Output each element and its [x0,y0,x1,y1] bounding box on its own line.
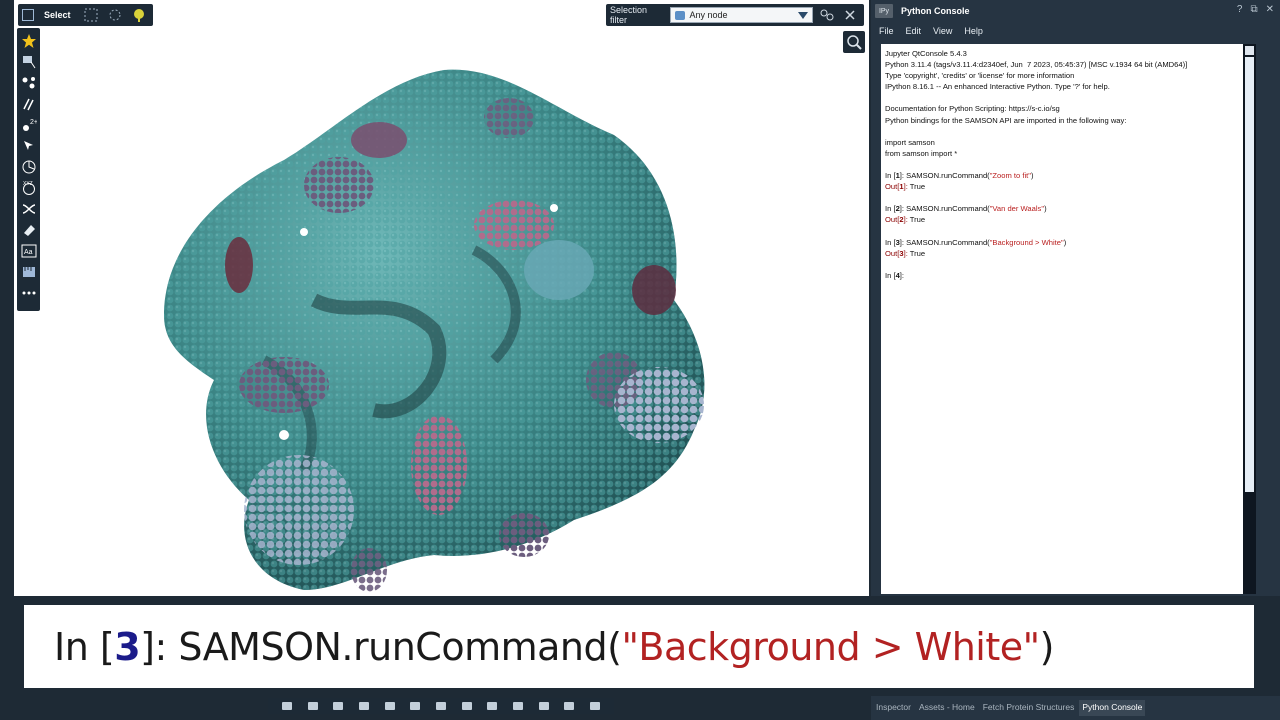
rectangle-select-icon[interactable] [105,6,125,24]
selection-filter-combo[interactable]: Any node [670,7,814,23]
tab-inspector[interactable]: Inspector [873,700,914,716]
grid-icon[interactable] [538,702,549,710]
viewport-bottom-toolbar [268,698,614,714]
select-label[interactable]: Select [44,10,71,20]
ruler-icon[interactable] [20,263,38,281]
view-icon[interactable] [564,702,575,710]
doc-line: Documentation for Python Scripting: http… [885,104,1060,114]
favorites-star-icon[interactable] [20,32,38,50]
zoom-out-icon[interactable] [307,702,318,710]
header-line: Python 3.11.4 (tags/v3.11.4:d2340ef, Jun… [885,60,1188,70]
float-icon[interactable]: ⧉ [1250,4,1257,15]
orbit-icon[interactable] [487,702,498,710]
close-icon[interactable]: ✕ [1266,4,1274,15]
header-line: IPython 8.16.1 -- An enhanced Interactiv… [885,82,1110,92]
ipython-icon: IPy [875,4,893,18]
output-cell: Out[2]: True [885,215,926,225]
select-toolbar: Select [18,4,153,26]
lasso-select-icon[interactable] [81,6,101,24]
console-output[interactable]: Jupyter QtConsole 5.4.3 Python 3.11.4 (t… [881,44,1243,594]
output-cell: Out[3]: True [885,248,926,258]
header-line: Jupyter QtConsole 5.4.3 [885,49,967,58]
app-root: Select Selection filter Any node 2+ XYZ … [0,0,1280,720]
import-line: from samson import * [885,148,958,158]
film-icon[interactable] [461,702,472,710]
molecule-render[interactable] [14,0,869,596]
selection-filter-bar: Selection filter Any node [606,4,864,26]
console-scrollbar[interactable] [1243,44,1256,594]
share-icon[interactable] [590,702,601,710]
help-icon[interactable]: ? [1237,4,1243,15]
import-line: import samson [885,137,935,147]
dock-tabs: Inspector Assets - Home Fetch Protein St… [871,700,1280,716]
eraser-icon[interactable] [20,221,38,239]
filter-settings-icon[interactable] [817,6,836,24]
zoom-fit-icon[interactable] [333,702,344,710]
add-atoms-icon[interactable] [20,74,38,92]
console-title: Python Console [901,6,970,16]
rotate-tool-icon[interactable] [20,158,38,176]
charge-tool-icon[interactable]: 2+ [20,116,38,134]
bond-tool-icon[interactable] [20,95,38,113]
scroll-up-icon[interactable] [1245,46,1254,55]
scroll-thumb[interactable] [1245,57,1254,492]
input-cell: In [1]: SAMSON.runCommand("Zoom to fit") [885,171,1034,181]
close-icon[interactable] [841,6,860,24]
output-cell: Out[1]: True [885,182,926,192]
input-cell: In [2]: SAMSON.runCommand("Van der Waals… [885,204,1047,214]
console-titlebar: IPy Python Console ? ⧉ ✕ [871,0,1280,22]
3d-viewport[interactable] [14,0,869,596]
camera-icon[interactable] [410,702,421,710]
console-menubar: File Edit View Help [871,22,1280,40]
menu-file[interactable]: File [879,26,894,36]
more-tools-icon[interactable] [20,284,38,302]
svg-text:XYZ: XYZ [23,181,33,187]
selection-filter-value: Any node [689,10,728,20]
search-icon[interactable] [358,702,369,710]
svg-text:2+: 2+ [30,119,37,126]
input-cell: In [3]: SAMSON.runCommand("Background > … [885,237,1067,247]
editor-toolbar: 2+ XYZ Aa [17,28,40,311]
zoom-search-icon[interactable] [843,31,865,53]
frame-icon[interactable] [435,702,446,710]
paint-select-icon[interactable] [129,6,149,24]
menu-edit[interactable]: Edit [906,26,922,36]
header-line: Type 'copyright', 'credits' or 'license'… [885,71,1075,81]
menu-view[interactable]: View [933,26,952,36]
menu-help[interactable]: Help [964,26,983,36]
mutate-tool-icon[interactable] [20,200,38,218]
input-prompt[interactable]: In [4]: [885,270,1239,281]
select-icon[interactable] [22,9,34,21]
measure-tool-icon[interactable]: XYZ [20,179,38,197]
caption-banner: In [3]: SAMSON.runCommand("Background > … [24,605,1254,688]
tab-python-console[interactable]: Python Console [1079,700,1146,716]
svg-text:Aa: Aa [24,249,33,256]
select-tool-icon[interactable] [20,53,38,71]
node-icon [675,10,686,20]
caption-text: In [3]: SAMSON.runCommand("Background > … [54,624,1054,669]
screen-icon[interactable] [384,702,395,710]
selection-filter-label: Selection filter [610,5,648,25]
tab-assets-home[interactable]: Assets - Home [916,700,978,716]
doc-line: Python bindings for the SAMSON API are i… [885,115,1127,125]
text-label-icon[interactable]: Aa [20,242,38,260]
path-icon[interactable] [513,702,524,710]
move-tool-icon[interactable] [20,137,38,155]
tab-fetch-protein-structures[interactable]: Fetch Protein Structures [980,700,1078,716]
chevron-down-icon[interactable] [798,11,809,19]
zoom-in-icon[interactable] [281,702,292,710]
